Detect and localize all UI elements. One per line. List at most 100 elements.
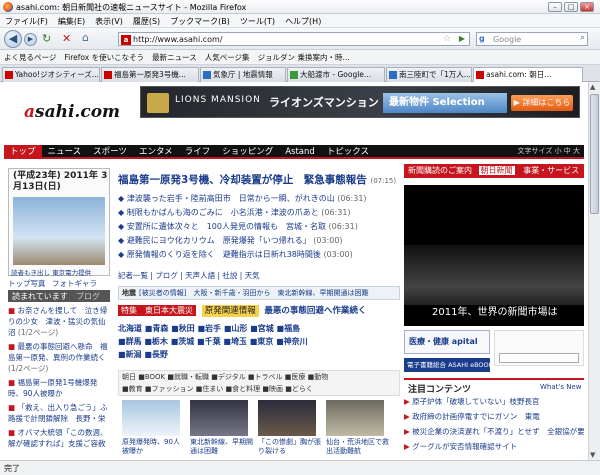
tab-minamisanriku[interactable]: 南三陸町で「1万人... xyxy=(386,67,472,82)
menu-tools[interactable]: ツール(T) xyxy=(235,14,280,29)
read-tab[interactable]: 読まれています xyxy=(12,291,68,302)
region-link[interactable]: 青森 xyxy=(152,324,168,333)
lions-mansion-banner-ad[interactable]: LIONS MANSION ライオンズマンション 最新物件 Selection … xyxy=(140,86,580,118)
list-item[interactable]: ▶ グーグルが安否情報確認サイト xyxy=(404,439,584,454)
category-link[interactable]: 就職・転職 xyxy=(174,373,209,381)
home-icon[interactable]: ⌂ xyxy=(82,31,96,45)
bookmark-item[interactable]: 最新ニュース xyxy=(148,50,201,65)
thumbnail[interactable] xyxy=(122,400,180,436)
url-bar[interactable]: a http://www.asahi.com/ ☆ ▶ xyxy=(118,32,470,46)
reload-icon[interactable]: ↻ xyxy=(42,32,56,46)
thumbnail[interactable] xyxy=(326,400,384,436)
video-ad[interactable]: 2011年、世界の新聞市場は xyxy=(404,185,584,326)
tab-yahoo[interactable]: Yahoo!ジオシティーズ... xyxy=(2,67,100,82)
list-item[interactable]: ◆ 原発情報のくり返を除く 避難指示は日新れ38時間後 (03:00) xyxy=(118,248,398,262)
region-link[interactable]: 北海道 xyxy=(118,324,142,333)
top-photo[interactable] xyxy=(13,197,105,265)
region-link[interactable]: 岩手 xyxy=(205,324,221,333)
photo-caption[interactable]: 読者もき出し 東京電力提供 xyxy=(11,267,91,277)
menu-history[interactable]: 履歴(S) xyxy=(128,14,165,29)
region-link[interactable]: 神奈川 xyxy=(284,337,308,346)
list-item[interactable]: ▶ 被災企業の決済遅れ「不渡り」とせず 全銀協が要請 xyxy=(404,424,584,439)
ebook-banner[interactable]: 電子書籍総合 ASAHI eBOOK AVENUE xyxy=(404,358,490,372)
category-link[interactable]: どらく xyxy=(292,385,313,393)
region-link[interactable]: 群馬 xyxy=(126,337,142,346)
category-link[interactable]: BOOK xyxy=(145,373,165,381)
bookmark-item[interactable]: ジョルダン 乗換案内・時... xyxy=(254,50,354,65)
scroll-up-icon[interactable]: ▲ xyxy=(590,83,595,91)
category-link[interactable]: 住まい xyxy=(202,385,223,393)
go-icon[interactable]: ▶ xyxy=(459,34,465,43)
category-link[interactable]: 動物 xyxy=(314,373,328,381)
list-item[interactable]: ■ 福島第一原発1号機爆発時、90人被曝か xyxy=(8,377,110,399)
menu-file[interactable]: ファイル(F) xyxy=(0,14,53,29)
site-search-input[interactable] xyxy=(499,353,579,363)
region-link[interactable]: 千葉 xyxy=(205,337,221,346)
category-link[interactable]: デジタル xyxy=(218,373,246,381)
tab-fukushima[interactable]: 福島第一原発3号機... xyxy=(101,67,199,82)
list-item[interactable]: ■ 最悪の事態回避へ懸命 福島第一原発、異例の作業続く (1/2ページ) xyxy=(8,341,110,374)
tab-jma[interactable]: 気象庁 | 地震情報 xyxy=(200,67,286,82)
region-link[interactable]: 栃木 xyxy=(152,337,168,346)
category-link[interactable]: 映画 xyxy=(269,385,283,393)
nav-life[interactable]: ライフ xyxy=(179,145,217,159)
region-link[interactable]: 山形 xyxy=(231,324,247,333)
list-item[interactable]: ◆ 制限もかばんも海のごみに 小名浜港・津波の爪あと (06:31) xyxy=(118,206,398,220)
sub-link[interactable]: 社説 xyxy=(222,271,237,280)
list-item[interactable]: ■ お奈さんを捜して 泣き帰りの少女 津波・猛災の気仙沼 (1/2ページ) xyxy=(8,305,110,338)
top-headline[interactable]: 福島第一原発3号機、冷却装置が停止 緊急事態報告 (07:15) xyxy=(118,172,396,187)
top-photo-link[interactable]: トップ写真 xyxy=(8,279,46,288)
banner-detail-button[interactable]: ▶ 詳細はこちら xyxy=(511,95,573,111)
minimize-button[interactable]: – xyxy=(548,2,562,12)
list-item[interactable]: ▶ 原子炉体「破壊していない」枝野長官 xyxy=(404,394,584,409)
category-link[interactable]: 教育 xyxy=(129,385,143,393)
sub-link[interactable]: 天気 xyxy=(245,271,260,280)
menu-help[interactable]: ヘルプ(H) xyxy=(280,14,326,29)
quake-info-bar[interactable]: 地震 [被災者の情報] 大阪・新千歳・羽田から 東北新幹線、早期開通は困難 xyxy=(118,286,400,300)
thumb-caption[interactable]: 仙台・荒浜地区で救出活動難航 xyxy=(326,438,390,456)
quake-banner[interactable]: 特集 東日本大震災 原発関連情報 最悪の事態回避へ作業続く xyxy=(118,304,400,318)
apital-banner[interactable]: 医療・健康 apital xyxy=(404,330,490,354)
vertical-scrollbar[interactable]: ▲ ▼ xyxy=(588,82,600,460)
tab-asahi-active[interactable]: asahi.com: 朝日... xyxy=(473,67,583,83)
nav-top[interactable]: トップ xyxy=(4,145,42,159)
scroll-down-icon[interactable]: ▼ xyxy=(590,451,595,459)
stop-icon[interactable]: ✕ xyxy=(62,32,76,46)
whats-new-link[interactable]: What's New xyxy=(540,383,581,391)
menu-edit[interactable]: 編集(E) xyxy=(53,14,90,29)
font-size-control[interactable]: 文字サイズ 小 中 大 xyxy=(518,146,580,156)
tab-google-maps[interactable]: 大船渡市 - Google... xyxy=(287,67,385,82)
nav-topics[interactable]: トピックス xyxy=(321,145,375,159)
list-item[interactable]: ◆ 避難民にヨウ化カリウム 原発爆発「いつ帰れる」 (03:00) xyxy=(118,234,398,248)
asahi-logo[interactable]: asahi.com xyxy=(24,102,120,122)
region-link[interactable]: 新潟 xyxy=(126,350,142,359)
category-link[interactable]: 医療 xyxy=(291,373,305,381)
region-link[interactable]: 埼玉 xyxy=(231,337,247,346)
list-item[interactable]: ◆ 津波襲った岩手・陸前高田市 日常から一瞬、がれきの山 (06:31) xyxy=(118,192,398,206)
bookmark-item[interactable]: Firefox を使いこなそう xyxy=(60,50,148,65)
thumb-caption[interactable]: 東北新幹線、早期開通は困難 xyxy=(190,438,254,456)
category-link[interactable]: 朝日 xyxy=(122,373,136,381)
scrollbar-thumb[interactable] xyxy=(590,94,599,214)
sub-link[interactable]: 天声人語 xyxy=(185,271,215,280)
category-link[interactable]: 食と料理 xyxy=(232,385,260,393)
region-link[interactable]: 長野 xyxy=(152,350,168,359)
list-item[interactable]: ■ 「救え、出入り急ごう」ふ路援で計閉鎖解除 長野・栄 xyxy=(8,402,110,424)
nav-astand[interactable]: Astand xyxy=(279,145,321,159)
thumbnail[interactable] xyxy=(258,400,316,436)
region-link[interactable]: 宮城 xyxy=(258,324,274,333)
photo-gallery-link[interactable]: フォトギャラ xyxy=(52,279,97,288)
region-link[interactable]: 茨城 xyxy=(178,337,194,346)
list-item[interactable]: ◆ 安置所に遺体次々と 100人発見の情報も 宮城・名取 (06:31) xyxy=(118,220,398,234)
region-link[interactable]: 東京 xyxy=(257,337,273,346)
region-link[interactable]: 福島 xyxy=(284,324,300,333)
region-link[interactable]: 秋田 xyxy=(179,324,195,333)
subscription-header[interactable]: 新聞購読のご案内 朝日新聞 事業・サービス紹介 xyxy=(404,164,584,189)
search-magnifier-icon[interactable]: ⌕ xyxy=(580,33,585,43)
back-button[interactable]: ◀ xyxy=(4,30,22,48)
forward-button[interactable]: ▶ xyxy=(24,33,37,46)
menu-view[interactable]: 表示(V) xyxy=(90,14,128,29)
sub-link[interactable]: 記者一覧 xyxy=(118,271,148,280)
thumb-caption[interactable]: 「この惨劇」胸が張り裂ける xyxy=(258,438,322,456)
nav-news[interactable]: ニュース xyxy=(42,145,88,159)
